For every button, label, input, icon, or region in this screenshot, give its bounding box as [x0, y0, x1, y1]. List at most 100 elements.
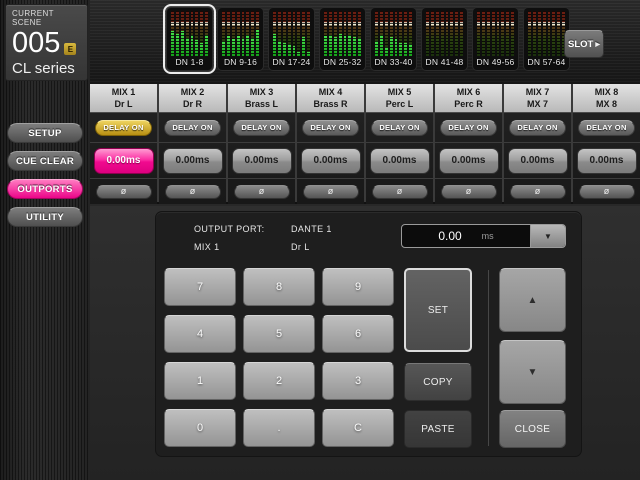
phase-button[interactable]: ø — [303, 185, 359, 199]
phase-button[interactable]: ø — [234, 185, 290, 199]
arrow-down-icon: ▼ — [528, 367, 538, 378]
channel-strips: MIX 1Dr L DELAY ON 0.00ms ø MIX 2Dr R DELAY O… — [90, 84, 640, 204]
slot-button[interactable]: SLOT ▶ — [564, 30, 604, 58]
delay-time-button[interactable]: 0.00ms — [301, 148, 361, 174]
channel-header[interactable]: MIX 2Dr R — [159, 84, 226, 113]
meter-bar — [283, 11, 286, 56]
keypad-key-c[interactable]: C — [322, 409, 394, 447]
meter-bar-fill — [293, 46, 296, 56]
meter-bar — [506, 11, 509, 56]
channel-source-name: MX 7 — [504, 98, 571, 110]
channel-header[interactable]: MIX 4Brass R — [297, 84, 364, 113]
meter-block[interactable]: DN 41-48 — [421, 7, 468, 71]
meter-bar — [334, 11, 337, 56]
delay-on-button[interactable]: DELAY ON — [233, 120, 290, 136]
sidebar-button-outports[interactable]: OUTPORTS — [7, 179, 83, 199]
phase-button[interactable]: ø — [96, 185, 152, 199]
delay-on-button[interactable]: DELAY ON — [95, 120, 152, 136]
meter-bar — [404, 11, 407, 56]
keypad-key-2[interactable]: 2 — [243, 362, 315, 400]
delay-time-button[interactable]: 0.00ms — [577, 148, 637, 174]
keypad-key-7[interactable]: 7 — [164, 268, 236, 306]
meter-bar — [232, 11, 235, 56]
meter-bar — [293, 11, 296, 56]
channel-header[interactable]: MIX 1Dr L — [90, 84, 157, 113]
delay-value-row: 0.00ms — [90, 143, 157, 179]
meter-bars — [524, 8, 569, 57]
increment-button[interactable]: ▲ — [499, 268, 566, 332]
meter-bar — [191, 11, 194, 56]
current-scene-label: CURRENT SCENE — [12, 9, 81, 27]
copy-button[interactable]: COPY — [404, 363, 472, 401]
close-button[interactable]: CLOSE — [499, 410, 566, 448]
delay-on-button[interactable]: DELAY ON — [578, 120, 635, 136]
meter-bar-fill — [205, 35, 208, 56]
delay-value-row: 0.00ms — [159, 143, 226, 179]
meter-bar — [307, 11, 310, 56]
delay-time-button[interactable]: 0.00ms — [439, 148, 499, 174]
keypad-key-3[interactable]: 3 — [322, 362, 394, 400]
phase-button[interactable]: ø — [372, 185, 428, 199]
sidebar-button-cue-clear[interactable]: CUE CLEAR — [7, 151, 83, 171]
meter-block[interactable]: DN 25-32 — [319, 7, 366, 71]
keypad-key-0[interactable]: 0 — [164, 409, 236, 447]
current-scene-box[interactable]: CURRENT SCENE 005 E CL series — [5, 4, 88, 81]
meter-block[interactable]: DN 33-40 — [370, 7, 417, 71]
delay-time-button[interactable]: 0.00ms — [94, 148, 154, 174]
meter-bar — [538, 11, 541, 56]
meter-bar — [548, 11, 551, 56]
meter-block-label: DN 49-56 — [473, 57, 518, 70]
delay-row: DELAY ON — [159, 113, 226, 143]
phase-button[interactable]: ø — [510, 185, 566, 199]
meter-bar-fill — [176, 34, 179, 56]
delay-on-button[interactable]: DELAY ON — [302, 120, 359, 136]
delay-time-button[interactable]: 0.00ms — [163, 148, 223, 174]
sidebar-button-setup[interactable]: SETUP — [7, 123, 83, 143]
channel-name: MIX 5 — [366, 86, 433, 98]
phase-button[interactable]: ø — [165, 185, 221, 199]
keypad-key-5[interactable]: 5 — [243, 315, 315, 353]
meter-bar — [385, 11, 388, 56]
keypad-key-9[interactable]: 9 — [322, 268, 394, 306]
delay-on-button[interactable]: DELAY ON — [509, 120, 566, 136]
meter-block[interactable]: DN 57-64 — [523, 7, 570, 71]
delay-on-button[interactable]: DELAY ON — [371, 120, 428, 136]
delay-value-field[interactable]: 0.00 ms — [402, 225, 530, 247]
channel-source-name: MX 8 — [573, 98, 640, 110]
meter-block[interactable]: DN 9-16 — [217, 7, 264, 71]
meter-bar — [251, 11, 254, 56]
unit-dropdown-button[interactable]: ▼ — [530, 225, 565, 247]
channel-header[interactable]: MIX 3Brass L — [228, 84, 295, 113]
meter-bar — [176, 11, 179, 56]
delay-time-button[interactable]: 0.00ms — [370, 148, 430, 174]
meter-bar — [557, 11, 560, 56]
meter-bar-fill — [395, 39, 398, 56]
meter-bar-fill — [237, 36, 240, 56]
channel-header[interactable]: MIX 5Perc L — [366, 84, 433, 113]
channel-header[interactable]: MIX 6Perc R — [435, 84, 502, 113]
delay-time-button[interactable]: 0.00ms — [232, 148, 292, 174]
sidebar-button-utility[interactable]: UTILITY — [7, 207, 83, 227]
keypad-key-1[interactable]: 1 — [164, 362, 236, 400]
meter-block[interactable]: DN 1-8 — [166, 7, 213, 71]
decrement-button[interactable]: ▼ — [499, 340, 566, 404]
keypad-key-6[interactable]: 6 — [322, 315, 394, 353]
meter-block[interactable]: DN 49-56 — [472, 7, 519, 71]
channel-header[interactable]: MIX 7MX 7 — [504, 84, 571, 113]
meter-bar — [426, 11, 429, 56]
meter-bar — [409, 11, 412, 56]
channel-header[interactable]: MIX 8MX 8 — [573, 84, 640, 113]
keypad-key-8[interactable]: 8 — [243, 268, 315, 306]
delay-on-button[interactable]: DELAY ON — [164, 120, 221, 136]
phase-row: ø — [504, 179, 571, 204]
phase-button[interactable]: ø — [579, 185, 635, 199]
set-button[interactable]: SET — [404, 268, 472, 352]
phase-button[interactable]: ø — [441, 185, 497, 199]
keypad-key-4[interactable]: 4 — [164, 315, 236, 353]
keypad-key-dot[interactable]: . — [243, 409, 315, 447]
meter-bar — [186, 11, 189, 56]
meter-bar-fill — [390, 37, 393, 56]
delay-on-button[interactable]: DELAY ON — [440, 120, 497, 136]
meter-block[interactable]: DN 17-24 — [268, 7, 315, 71]
delay-time-button[interactable]: 0.00ms — [508, 148, 568, 174]
